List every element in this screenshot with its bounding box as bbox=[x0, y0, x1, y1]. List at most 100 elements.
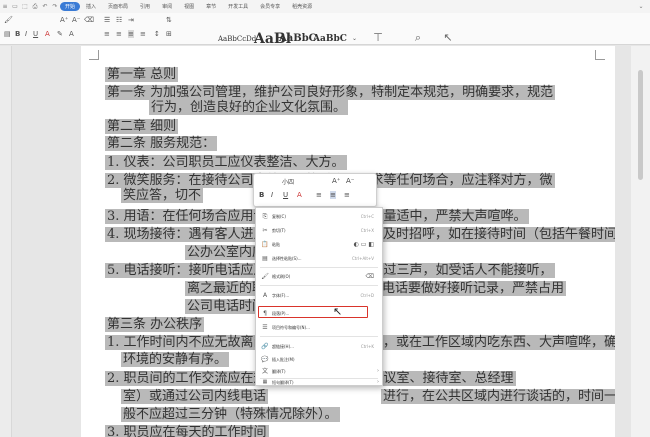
vertical-ruler bbox=[0, 46, 12, 437]
doc-line[interactable]: 环境的安静有序。 bbox=[121, 351, 230, 369]
doc-line[interactable]: 般不应超过三分钟（特殊情况除外）。 bbox=[121, 406, 340, 424]
doc-line[interactable]: 第二条 服务规范： bbox=[105, 135, 218, 153]
doc-line[interactable]: 及时招呼，如在接待时间（包括午餐时间） bbox=[381, 226, 615, 244]
underline-icon[interactable]: U bbox=[33, 30, 38, 38]
font-color-icon[interactable]: A bbox=[297, 191, 302, 199]
menu-start[interactable]: 开始 bbox=[60, 2, 81, 11]
comment-icon: 💬 bbox=[261, 356, 269, 363]
line-spacing-icon[interactable]: ↕ bbox=[154, 30, 160, 38]
increase-font-icon[interactable]: A⁺ bbox=[60, 16, 68, 24]
bold-icon[interactable]: B bbox=[15, 30, 20, 38]
bold-icon[interactable]: B bbox=[259, 191, 264, 199]
doc-line[interactable]: ，或在工作区域内吃东西、大声喧哗，确保办公 bbox=[381, 334, 615, 352]
numbered-list-icon[interactable]: ☷ bbox=[116, 16, 122, 24]
underline-icon[interactable]: U bbox=[283, 191, 288, 199]
doc-line[interactable]: 第三条 办公秩序 bbox=[105, 316, 205, 334]
paste-option-icons[interactable]: ◐ ▭ ◧ bbox=[354, 239, 374, 250]
font-icon: A bbox=[262, 292, 268, 299]
menu-item-hyperlink[interactable]: 🔗 超链接(H)... Ctrl+K bbox=[256, 341, 382, 352]
doc-line[interactable]: 1. 工作时间内不应无故离岗 bbox=[105, 334, 269, 352]
align-left-icon[interactable]: ≡ bbox=[316, 191, 322, 199]
eraser-icon[interactable]: ⌫ bbox=[366, 271, 374, 282]
decrease-font-icon[interactable]: A⁻ bbox=[72, 16, 80, 24]
sort-icon[interactable]: ⇅ bbox=[166, 16, 172, 24]
paste-icon: 📋 bbox=[261, 241, 269, 248]
paste-icon[interactable]: ▤ bbox=[4, 30, 11, 38]
menu-developer[interactable]: 开发工具 bbox=[222, 3, 254, 10]
redo-icon[interactable]: ↷ bbox=[50, 3, 60, 10]
doc-line[interactable]: 第一章 总则 bbox=[105, 66, 179, 84]
doc-line[interactable]: 室）或通过公司内线电话 bbox=[121, 388, 269, 406]
menu-item-paste[interactable]: 📋 粘贴 ◐ ▭ ◧ bbox=[256, 239, 382, 250]
font-grow-icon[interactable]: A⁺ bbox=[332, 177, 340, 185]
border-icon[interactable]: ⊞ bbox=[166, 30, 172, 38]
menu-item-format-painter[interactable]: 🖌 格式刷(O) ⌫ bbox=[256, 271, 382, 282]
page-corner-mark bbox=[595, 50, 605, 60]
page-corner-mark bbox=[89, 50, 99, 60]
menu-item-insert-comment[interactable]: 💬 插入批注(M) bbox=[256, 354, 382, 365]
italic-icon[interactable]: I bbox=[271, 191, 273, 199]
menu-chapter[interactable]: 章节 bbox=[200, 3, 222, 10]
chevron-down-icon[interactable]: ⌄ bbox=[636, 3, 646, 10]
save-icon[interactable]: ⬚ bbox=[20, 3, 30, 10]
font-size-select[interactable]: 小四 bbox=[282, 177, 294, 186]
text-tools-icon[interactable]: ⊤ bbox=[370, 31, 386, 45]
menu-review[interactable]: 审阅 bbox=[156, 3, 178, 10]
menu-separator bbox=[260, 285, 378, 286]
align-center-icon[interactable]: ≡ bbox=[116, 30, 122, 38]
format-painter-icon: 🖌 bbox=[261, 273, 269, 280]
menu-item-font[interactable]: A 字体(F)... Ctrl+D bbox=[256, 290, 382, 301]
menu-item-copy[interactable]: ⎘ 复制(C) Ctrl+C bbox=[256, 211, 382, 222]
menu-item-bullets-numbering[interactable]: ☰ 项目符号和编号(N)... bbox=[256, 322, 382, 333]
menu-item-translate[interactable]: 文 翻译(T) › bbox=[256, 366, 382, 377]
align-right-icon[interactable]: ≡ bbox=[344, 191, 350, 199]
menu-icon[interactable]: ≡ bbox=[0, 3, 10, 10]
menu-item-cut[interactable]: ✂ 剪切(T) Ctrl+X bbox=[256, 225, 382, 236]
paragraph-highlight-box bbox=[258, 306, 368, 318]
menu-item-paste-special[interactable]: ▤ 选择性粘贴(S)... Ctrl+Alt+V bbox=[256, 253, 382, 264]
clear-format-icon[interactable]: ⌫ bbox=[84, 16, 94, 24]
justify-icon[interactable]: ≡ bbox=[140, 30, 146, 38]
chevron-down-icon[interactable]: ⌄ bbox=[352, 35, 357, 43]
list-icon: ☰ bbox=[262, 324, 268, 331]
doc-line[interactable]: 3. 职员应在每天的工作时间 bbox=[105, 424, 269, 437]
doc-line[interactable]: 行为，创造良好的企业文化氛围。 bbox=[149, 99, 349, 117]
cursor-select-icon[interactable]: ↖ bbox=[440, 31, 456, 45]
scrollbar-thumb[interactable] bbox=[638, 70, 643, 180]
italic-icon[interactable]: I bbox=[25, 30, 27, 38]
char-shading-icon[interactable]: A bbox=[69, 30, 74, 38]
doc-line[interactable]: 1. 仪表：公司职员工应仪表整洁、大方。 bbox=[105, 154, 347, 172]
highlight-icon[interactable]: ✎ bbox=[57, 30, 63, 38]
menu-item-short-translate[interactable]: ▦ 短句翻译(T) › bbox=[256, 379, 382, 386]
align-center-icon[interactable]: ≡ bbox=[330, 191, 336, 199]
translate-icon: 文 bbox=[261, 368, 268, 375]
scissors-icon: ✂ bbox=[262, 227, 268, 234]
menu-docer[interactable]: 稻壳资源 bbox=[286, 3, 318, 10]
menu-references[interactable]: 引用 bbox=[134, 3, 156, 10]
print-icon[interactable]: ⎙ bbox=[30, 3, 40, 11]
doc-line[interactable]: 笑应答，切不 bbox=[121, 187, 204, 205]
copy-icon: ⎘ bbox=[262, 213, 268, 220]
menu-membership[interactable]: 会员专享 bbox=[254, 3, 286, 10]
menu-separator bbox=[260, 267, 378, 268]
format-painter-icon[interactable]: 🖌 bbox=[4, 16, 13, 24]
align-left-icon[interactable]: ≡ bbox=[104, 30, 110, 38]
chevron-right-icon: › bbox=[377, 368, 379, 374]
menu-view[interactable]: 视图 bbox=[178, 3, 200, 10]
doc-line[interactable]: 第二章 细则 bbox=[105, 118, 179, 136]
search-icon[interactable]: ⌕ bbox=[410, 31, 426, 45]
indent-icon[interactable]: ⇥ bbox=[128, 16, 134, 24]
chevron-right-icon: › bbox=[377, 379, 379, 385]
mini-format-toolbar: 小四 A⁺ A⁻ B I U A ≡ ≡ ≡ bbox=[253, 173, 377, 207]
doc-line[interactable]: 进行，在公共区域内进行谈话的，时间一 bbox=[381, 388, 615, 406]
undo-icon[interactable]: ↶ bbox=[40, 3, 50, 10]
menu-insert[interactable]: 插入 bbox=[80, 3, 102, 10]
menu-separator bbox=[260, 336, 378, 337]
font-color-icon[interactable]: A bbox=[45, 30, 50, 38]
menu-page-layout[interactable]: 页面布局 bbox=[102, 3, 134, 10]
align-right-icon[interactable]: ≡ bbox=[128, 30, 134, 38]
ribbon-toolbar: 🖌 ▤ A⁺ A⁻ ⌫ B I U A ✎ A ☰ ☷ ⇥ ≡ ≡ ≡ ≡ ↕ … bbox=[0, 13, 650, 55]
font-shrink-icon[interactable]: A⁻ bbox=[346, 177, 354, 185]
file-icon[interactable]: ▭ bbox=[10, 3, 20, 10]
bullet-list-icon[interactable]: ☰ bbox=[104, 16, 110, 24]
